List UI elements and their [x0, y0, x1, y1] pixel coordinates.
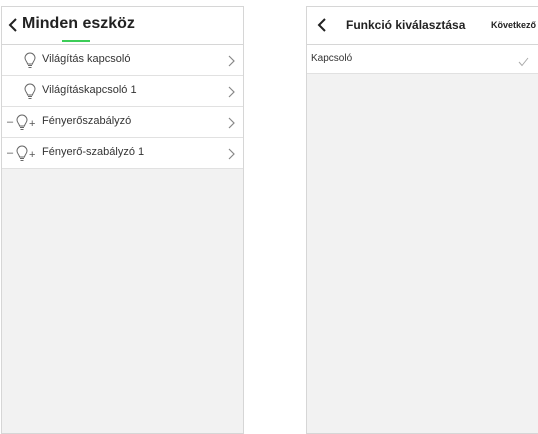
device-list-screen: Minden eszköz Világítás kapcsoló Világít…	[1, 6, 244, 434]
device-row-vilagitaskapcsolo-1[interactable]: Világításkapcsoló 1	[2, 76, 243, 107]
chevron-right-icon	[228, 116, 235, 134]
device-list: Világítás kapcsoló Világításkapcsoló 1 –…	[2, 45, 243, 169]
device-row-vilagitas-kapcsolo[interactable]: Világítás kapcsoló	[2, 45, 243, 76]
header: Funkció kiválasztása Következő	[307, 7, 538, 45]
plus-icon: +	[29, 118, 36, 130]
device-row-fenyero-szabalyzo-1[interactable]: – + Fényerő-szabályzó 1	[2, 138, 243, 169]
bulb-icon	[24, 52, 36, 74]
title-accent-underline	[62, 40, 90, 42]
dimmer-bulb-icon	[16, 145, 28, 167]
bulb-icon	[24, 83, 36, 105]
device-label: Fényerőszabályzó	[42, 115, 132, 127]
device-row-fenyeroszabalyzo[interactable]: – + Fényerőszabályzó	[2, 107, 243, 138]
device-label: Világítás kapcsoló	[42, 53, 131, 65]
minus-icon: –	[7, 116, 14, 128]
header: Minden eszköz	[2, 7, 243, 45]
back-chevron-icon[interactable]	[8, 17, 18, 33]
chevron-right-icon	[228, 54, 235, 72]
option-label: Kapcsoló	[311, 53, 353, 64]
function-option-kapcsolo[interactable]: Kapcsoló	[307, 45, 538, 74]
page-title: Funkció kiválasztása	[346, 18, 466, 32]
plus-icon: +	[29, 149, 36, 161]
page-title: Minden eszköz	[22, 15, 135, 32]
device-label: Világításkapcsoló 1	[42, 84, 137, 96]
chevron-right-icon	[228, 85, 235, 103]
function-select-screen: Funkció kiválasztása Következő Kapcsoló	[306, 6, 538, 434]
next-button[interactable]: Következő	[491, 20, 536, 30]
checkmark-icon	[518, 54, 529, 72]
minus-icon: –	[7, 147, 14, 159]
dimmer-bulb-icon	[16, 114, 28, 136]
back-chevron-icon[interactable]	[317, 17, 327, 33]
device-label: Fényerő-szabályzó 1	[42, 146, 145, 158]
chevron-right-icon	[228, 147, 235, 165]
